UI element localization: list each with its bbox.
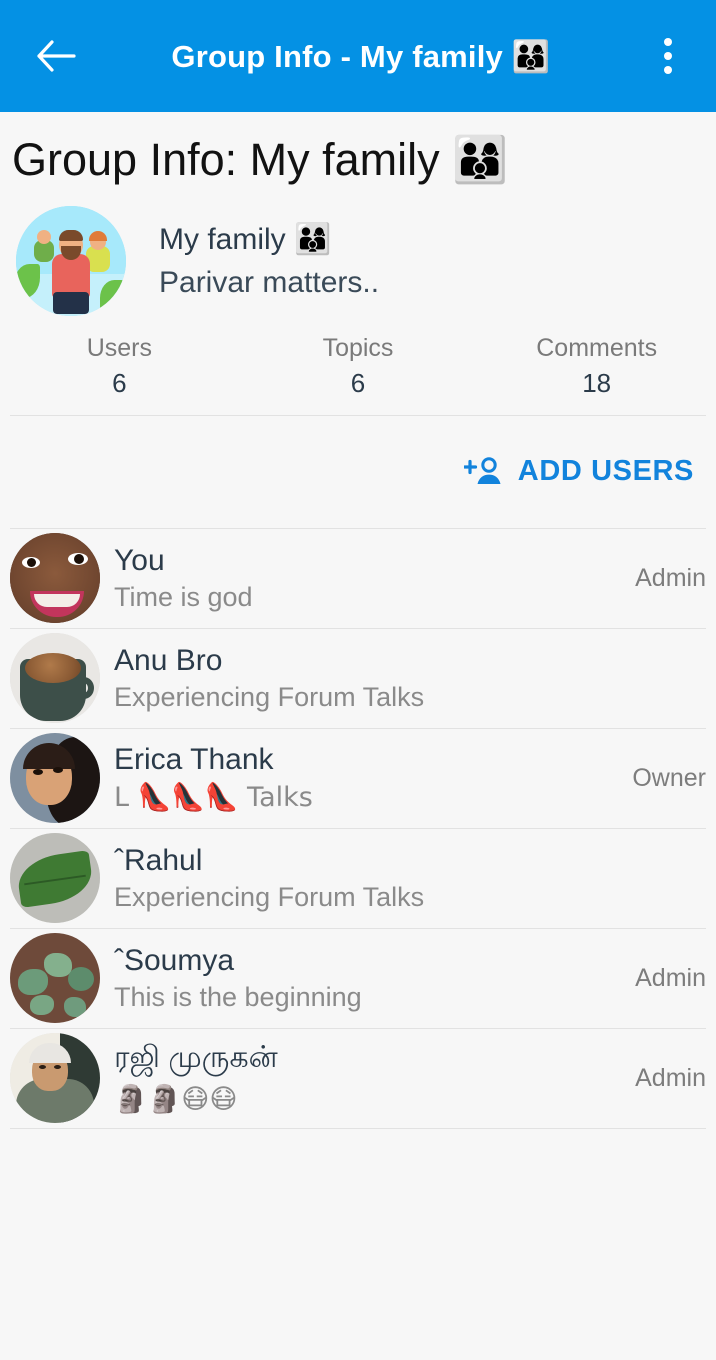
stat-topics[interactable]: Topics 6 (239, 334, 478, 399)
group-name: My family 👨‍👩‍👦 (159, 222, 332, 256)
avatar-layer (44, 953, 72, 978)
stat-users-label: Users (86, 333, 152, 362)
stat-topics-value: 6 (350, 367, 366, 398)
member-name: Anu Bro (114, 643, 223, 677)
member-name: ˆRahul (114, 843, 203, 877)
member-status: 🗿🗿😷😷 (114, 1084, 238, 1116)
avatar[interactable] (10, 733, 100, 824)
member-text-block: You Time is god (114, 544, 625, 613)
group-text-block: My family 👨‍👩‍👦 Parivar matters.. (159, 222, 379, 300)
overflow-menu-button[interactable] (642, 28, 694, 84)
member-name: Erica Thank (114, 743, 274, 777)
group-avatar[interactable] (16, 205, 126, 316)
member-status: This is the beginning (114, 981, 362, 1012)
avatar[interactable] (10, 933, 100, 1024)
member-list-item[interactable]: Anu Bro Experiencing Forum Talks (0, 629, 716, 728)
member-status: L 👠👠👠 Talks (114, 782, 313, 814)
more-vert-icon-dot (664, 38, 672, 46)
stat-comments-value: 18 (582, 367, 612, 398)
member-list-item[interactable]: Erica Thank L 👠👠👠 Talks Owner (0, 729, 716, 828)
member-text-block: Erica Thank L 👠👠👠 Talks (114, 743, 622, 813)
stat-comments[interactable]: Comments 18 (477, 334, 716, 399)
group-summary: My family 👨‍👩‍👦 Parivar matters.. (0, 194, 716, 322)
stat-topics-label: Topics (322, 333, 394, 362)
app-bar: Group Info - My family 👨‍👩‍👦 (0, 0, 716, 112)
member-name: You (114, 543, 165, 577)
avatar[interactable] (10, 533, 100, 624)
avatar-layer (64, 997, 86, 1018)
member-role-badge: Admin (635, 1063, 706, 1092)
member-list-item[interactable]: ரஜி முருகன் 🗿🗿😷😷 Admin (0, 1029, 716, 1128)
stat-users-value: 6 (112, 367, 127, 398)
member-name: ரஜி முருகன் (114, 1041, 278, 1075)
group-stats: Users 6 Topics 6 Comments 18 (0, 322, 716, 415)
member-status: Time is god (114, 581, 253, 612)
member-list-item[interactable]: ˆRahul Experiencing Forum Talks (0, 829, 716, 928)
avatar-layer (34, 594, 80, 608)
app-bar-title: Group Info - My family 👨‍👩‍👦 (171, 38, 551, 74)
member-status: Experiencing Forum Talks (114, 681, 425, 712)
add-users-row: ADD USERS (0, 416, 716, 528)
member-list: You Time is god Admin Anu Bro Experienci… (0, 529, 716, 1129)
group-description: Parivar matters.. (159, 265, 380, 299)
page-title: Group Info: My family 👨‍👩‍👦 (12, 134, 509, 185)
more-vert-icon-dot (664, 66, 672, 74)
avatar[interactable] (10, 633, 100, 724)
member-role-badge: Owner (632, 763, 706, 792)
avatar[interactable] (10, 833, 100, 924)
member-role-badge: Admin (635, 563, 706, 592)
divider (10, 1127, 706, 1129)
stat-comments-label: Comments (536, 333, 658, 362)
back-button[interactable] (28, 28, 84, 84)
member-role-badge: Admin (635, 963, 706, 992)
member-status: Experiencing Forum Talks (114, 881, 425, 912)
group-avatar-child-left-head (37, 229, 51, 244)
member-name: ˆSoumya (114, 943, 235, 977)
member-text-block: ˆRahul Experiencing Forum Talks (114, 844, 696, 913)
group-avatar-father-hair (59, 229, 83, 241)
member-text-block: Anu Bro Experiencing Forum Talks (114, 644, 696, 713)
member-list-item[interactable]: You Time is god Admin (0, 529, 716, 628)
member-list-item[interactable]: ˆSoumya This is the beginning Admin (0, 929, 716, 1028)
more-vert-icon-dot (664, 52, 672, 60)
stat-users[interactable]: Users 6 (0, 334, 239, 399)
add-users-button[interactable]: ADD USERS (463, 455, 694, 488)
add-users-label: ADD USERS (517, 455, 694, 488)
avatar[interactable] (10, 1033, 100, 1124)
member-text-block: ˆSoumya This is the beginning (114, 944, 625, 1013)
group-avatar-father-legs (53, 291, 89, 314)
member-text-block: ரஜி முருகன் 🗿🗿😷😷 (114, 1041, 625, 1115)
person-add-icon (463, 457, 501, 484)
arrow-back-icon (37, 40, 76, 72)
